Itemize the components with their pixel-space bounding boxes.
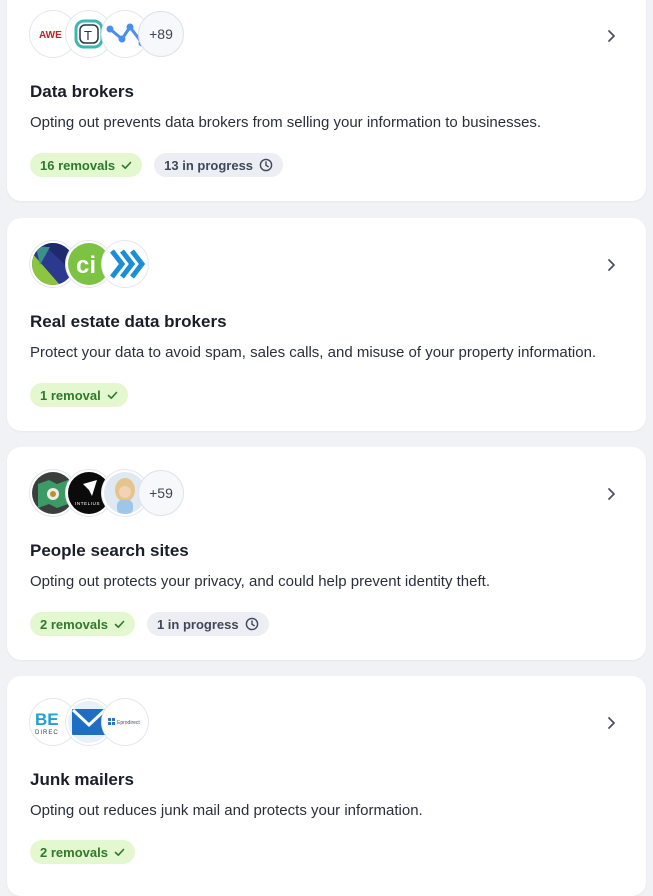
status-badges: 1 removal [30,383,128,407]
removals-badge: 2 removals [30,612,135,636]
badge-label: 16 removals [40,157,116,173]
chevron-right-icon[interactable] [604,29,618,43]
chevron-right-icon[interactable] [604,487,618,501]
card-title: Real estate data brokers [30,312,227,331]
broker-logos: ci [30,241,148,287]
clock-icon [259,158,273,172]
check-icon [107,391,118,400]
category-card-junk-mailers[interactable]: BE DIREC Eprodirect Junk mailers Opting … [7,676,646,896]
removals-badge: 2 removals [30,840,135,864]
ci-logo-text: ci [76,252,96,279]
category-card-real-estate-data-brokers[interactable]: ci Real estate data brokers Protect your… [7,218,646,431]
svg-text:BE: BE [35,710,59,729]
badge-label: 13 in progress [164,157,254,173]
t-logo-text: T [84,28,92,43]
card-description: Protect your data to avoid spam, sales c… [30,344,597,361]
broker-logos: AWE T +89 [30,11,184,57]
card-title: People search sites [30,541,189,560]
category-card-people-search-sites[interactable]: INTELIUS +59 People search sites Opting … [7,447,646,660]
svg-text:DIREC: DIREC [35,730,59,736]
chevrons-logo [102,241,148,287]
card-title: Junk mailers [30,770,134,789]
badge-label: 2 removals [40,616,108,632]
inteliuz-logo-text: INTELIUS [75,501,100,506]
removals-badge: 16 removals [30,153,143,177]
broker-logos: BE DIREC Eprodirect [30,699,148,745]
in-progress-badge: 1 in progress [146,612,269,636]
awe-logo-text: AWE [39,30,62,41]
chevron-right-icon[interactable] [604,716,618,730]
check-icon [114,620,125,629]
card-description: Opting out prevents data brokers from se… [30,114,542,131]
broker-logos: INTELIUS +59 [30,470,184,516]
more-sites-count: +59 [138,470,184,516]
eprodirect-logo-text: Eprodirect [117,720,140,726]
check-icon [114,848,125,857]
removals-badge: 1 removal [30,383,128,407]
eprodirect-logo: Eprodirect [102,699,148,745]
badge-label: 1 removal [40,387,101,403]
card-title: Data brokers [30,82,134,101]
badge-label: 2 removals [40,844,108,860]
more-brokers-count: +89 [138,11,184,57]
card-description: Opting out reduces junk mail and protect… [30,802,423,819]
in-progress-badge: 13 in progress [154,153,284,177]
clock-icon [245,617,259,631]
check-icon [121,161,132,170]
badge-label: 1 in progress [156,616,239,632]
status-badges: 2 removals 1 in progress [30,612,269,636]
card-description: Opting out protects your privacy, and co… [30,573,490,590]
status-badges: 16 removals 13 in progress [30,153,284,177]
category-card-data-brokers[interactable]: AWE T +89 Data brokers Opting out preven… [7,0,646,201]
chevron-right-icon[interactable] [604,258,618,272]
status-badges: 2 removals [30,840,135,864]
